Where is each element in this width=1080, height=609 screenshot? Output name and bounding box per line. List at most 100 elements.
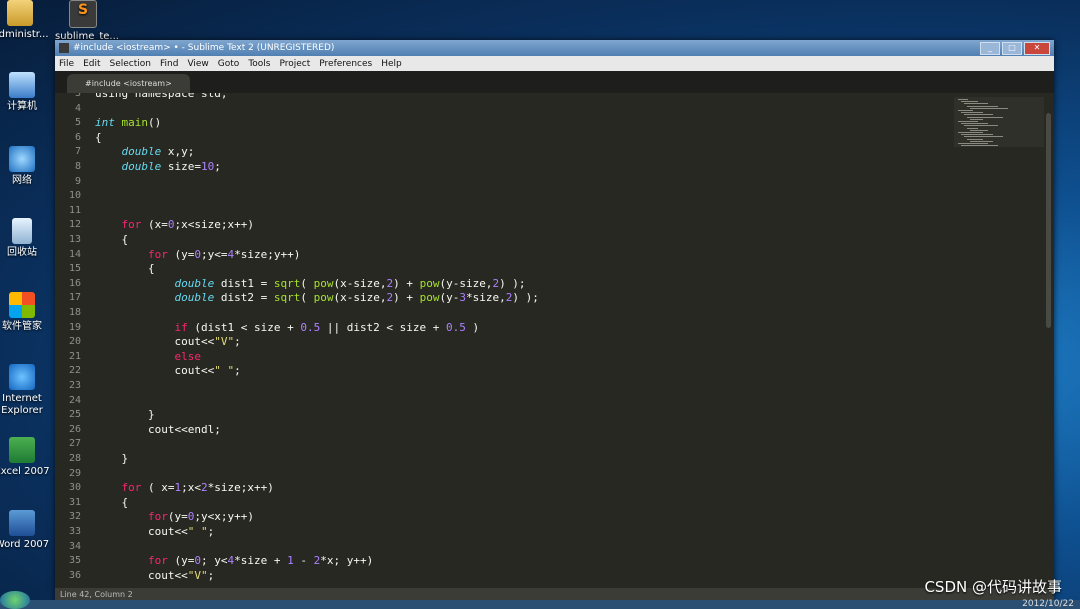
code-line[interactable]: int main() [95, 116, 161, 130]
menu-view[interactable]: View [187, 59, 208, 69]
code-line[interactable]: double dist1 = sqrt( pow(x-size,2) + pow… [95, 277, 525, 291]
line-number: 34 [68, 540, 81, 552]
code-line[interactable]: { [95, 262, 155, 276]
menu-preferences[interactable]: Preferences [319, 59, 372, 69]
line-number: 29 [68, 467, 81, 479]
code-line[interactable]: cout<<endl; [95, 423, 221, 437]
menu-edit[interactable]: Edit [83, 59, 100, 69]
minimap-line [961, 112, 983, 114]
minimap-line [961, 134, 993, 136]
minimap-line [964, 136, 1003, 138]
minimap-line [967, 105, 998, 107]
code-line[interactable]: for(y=0;y<x;y++) [95, 510, 254, 524]
line-number: 10 [68, 190, 81, 202]
desktop-icon-1[interactable]: sublime_te... [55, 0, 119, 43]
code-line[interactable]: cout<<"V"; [95, 335, 240, 349]
minimap[interactable] [954, 97, 1044, 147]
code-line[interactable]: cout<<"V"; [95, 569, 214, 583]
desktop-icon-label: 网络 [12, 175, 32, 186]
maximize-button[interactable]: □ [1002, 41, 1022, 55]
line-number: 21 [68, 350, 81, 362]
minimap-line [970, 140, 993, 142]
menu-find[interactable]: Find [160, 59, 178, 69]
code-editor[interactable]: 3 4 5 6 7 8 9 10 11 12 13 14 15 16 17 18 19 20 21 22 23 24 25 2… [55, 93, 1054, 588]
line-number: 8 [74, 161, 81, 172]
code-line[interactable]: for (y=0;y<=4*size;y++) [95, 248, 300, 262]
minimap-line [961, 101, 978, 103]
code-line[interactable]: using namespace std; [95, 93, 227, 101]
vertical-scrollbar[interactable] [1046, 113, 1051, 328]
line-number: 35 [68, 555, 81, 567]
code-line[interactable]: double dist2 = sqrt( pow(x-size,2) + pow… [95, 291, 538, 305]
code-line[interactable]: { [95, 131, 102, 145]
taskbar-clock: 2012/10/22 [1022, 599, 1074, 609]
minimize-button[interactable]: _ [980, 41, 1000, 55]
minimap-line [964, 103, 988, 105]
minimap-line [961, 123, 988, 125]
desktop-icon-2[interactable]: 计算机 [0, 72, 50, 113]
sublime-app-icon [59, 43, 69, 53]
minimap-line [958, 143, 988, 144]
desktop-icon-label: Administr... [0, 29, 49, 40]
desktop-icon-4[interactable]: 回收站 [0, 218, 50, 259]
menu-goto[interactable]: Goto [218, 59, 240, 69]
line-number: 20 [68, 336, 81, 348]
line-number: 27 [68, 438, 81, 450]
menu-selection[interactable]: Selection [110, 59, 151, 69]
word-icon [9, 510, 35, 536]
menu-help[interactable]: Help [381, 59, 402, 69]
menu-project[interactable]: Project [279, 59, 310, 69]
code-line[interactable]: double x,y; [95, 145, 195, 159]
line-number: 28 [68, 453, 81, 464]
tab-include-iostream[interactable]: #include <iostream> [67, 74, 190, 93]
line-number: 9 [74, 175, 81, 187]
code-line[interactable]: for (y=0; y<4*size + 1 - 2*x; y++) [95, 554, 373, 568]
line-number: 31 [68, 496, 81, 508]
close-button[interactable]: ✕ [1024, 41, 1050, 55]
code-line[interactable]: { [95, 496, 128, 510]
desktop-icon-7[interactable]: Excel 2007 [0, 437, 50, 478]
code-line[interactable]: } [95, 408, 155, 422]
line-number: 16 [68, 277, 81, 289]
menu-file[interactable]: File [59, 59, 74, 69]
code-area[interactable]: using namespace std; int main(){ double x… [95, 93, 944, 588]
minimap-line [967, 138, 983, 140]
line-number: 11 [68, 204, 81, 216]
desktop-icon-8[interactable]: Word 2007 [0, 510, 50, 551]
desktop-icon-label: 回收站 [7, 247, 37, 258]
desktop-icon-label: 软件管家 [2, 321, 42, 332]
excel-icon [9, 437, 35, 463]
menu-tools[interactable]: Tools [248, 59, 270, 69]
code-line[interactable]: cout<<" "; [95, 364, 240, 378]
folder-icon [7, 0, 33, 26]
desktop-icon-3[interactable]: 网络 [0, 146, 50, 187]
title-bar[interactable]: #include <iostream> • - Sublime Text 2 (… [55, 40, 1054, 56]
desktop-icon-5[interactable]: 软件管家 [0, 292, 50, 333]
line-number: 3 [74, 93, 81, 99]
desktop-icon-0[interactable]: Administr... [0, 0, 49, 41]
minimap-line [958, 121, 978, 122]
code-line[interactable]: } [95, 452, 128, 466]
software-manager-icon [9, 292, 35, 318]
line-number: 22 [68, 365, 81, 377]
code-line[interactable]: { [95, 233, 128, 247]
line-number: 26 [68, 423, 81, 435]
code-line[interactable]: if (dist1 < size + 0.5 || dist2 < size +… [95, 321, 479, 335]
code-line[interactable]: else [95, 350, 201, 364]
minimap-line [961, 145, 998, 147]
desktop-icon-6[interactable]: Internet Explorer [0, 364, 50, 417]
line-number: 24 [68, 394, 81, 406]
minimap-line [964, 125, 998, 127]
line-number: 19 [68, 321, 81, 333]
desktop-icon-label: Word 2007 [0, 539, 50, 550]
code-line[interactable]: double size=10; [95, 160, 221, 174]
line-number: 6 [74, 131, 81, 143]
start-button[interactable] [0, 591, 30, 609]
line-number: 14 [68, 248, 81, 260]
computer-icon [9, 72, 35, 98]
code-line[interactable]: for (x=0;x<size;x++) [95, 218, 254, 232]
code-line[interactable]: for ( x=1;x<2*size;x++) [95, 481, 274, 495]
line-number: 33 [68, 526, 81, 537]
code-line[interactable]: cout<<" "; [95, 525, 214, 539]
line-number: 17 [68, 292, 81, 304]
